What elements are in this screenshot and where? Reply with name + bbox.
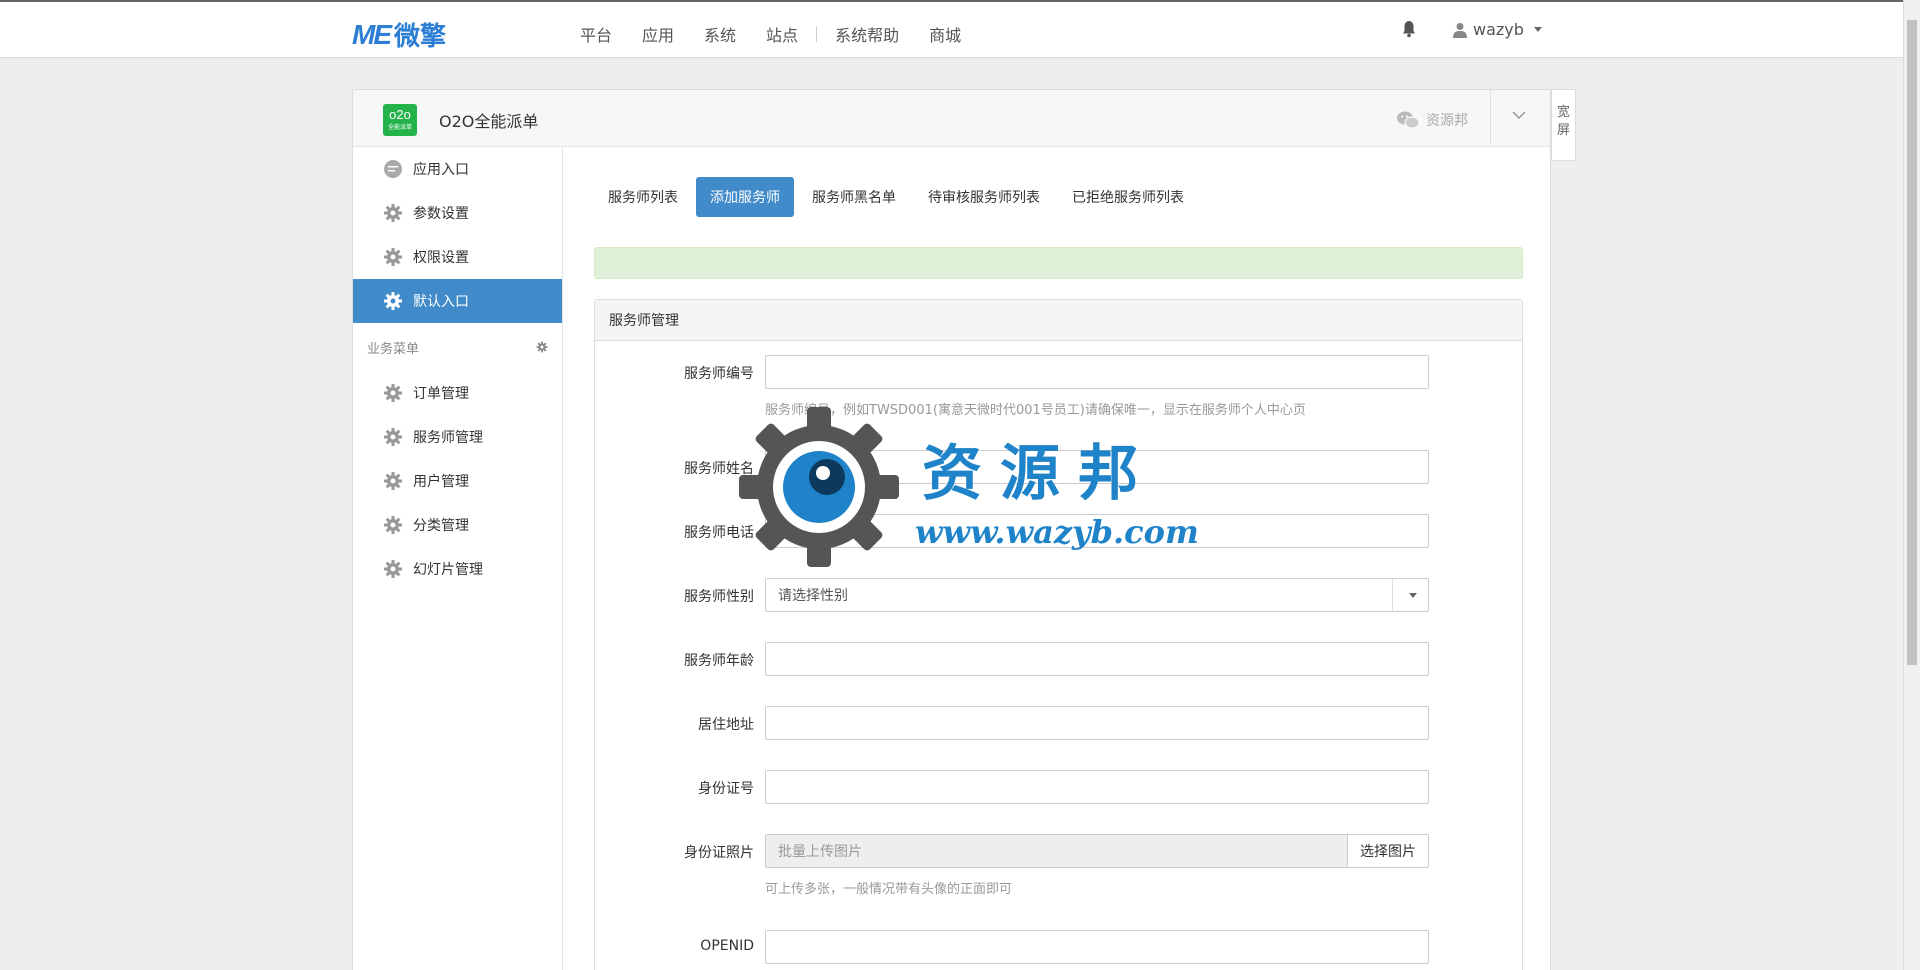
- wechat-icon: [1397, 111, 1420, 129]
- servicer-phone-input[interactable]: [765, 514, 1429, 548]
- sidebar-item-slides[interactable]: 幻灯片管理: [353, 547, 562, 591]
- servicer-age-input[interactable]: [765, 642, 1429, 676]
- app-icon-subtext: 全能派单: [387, 125, 412, 131]
- top-navbar: ME 微擎 平台 应用 系统 站点 系统帮助 商城 wazyb: [0, 0, 1903, 58]
- gender-select[interactable]: 请选择性别: [765, 578, 1429, 612]
- servicer-form: 服务师管理 服务师编号 服务师编号，例如TWSD001(寓意天微时代001号员工…: [594, 299, 1523, 970]
- field-label: 服务师性别: [684, 589, 754, 605]
- nav-store[interactable]: 商城: [929, 22, 961, 46]
- field-help: 可上传多张，一般情况带有头像的正面即可: [765, 882, 1013, 897]
- logo-text: 微擎: [394, 22, 447, 52]
- app-icon: o2o 全能派单: [383, 104, 417, 136]
- sidebar-item-label: 参数设置: [413, 206, 469, 222]
- sidebar-item-label: 幻灯片管理: [413, 562, 483, 578]
- sidebar-item-orders[interactable]: 订单管理: [353, 371, 562, 415]
- sidebar-item-label: 服务师管理: [413, 430, 483, 446]
- share-label: 资源邦: [1426, 113, 1468, 129]
- gear-icon: [383, 515, 403, 535]
- nav-help[interactable]: 系统帮助: [835, 22, 899, 46]
- form-title: 服务师管理: [595, 300, 1522, 341]
- gear-icon: [383, 291, 403, 311]
- sidebar: 应用入口 参数设置 权限设置 默认入口 业务菜单 订单管理 服务师管理 用户管理…: [353, 147, 563, 970]
- top-nav: 平台 应用 系统 站点 系统帮助 商城: [580, 22, 991, 46]
- gear-icon: [383, 559, 403, 579]
- sidebar-item-default-entry[interactable]: 默认入口: [353, 279, 562, 323]
- wide-screen-button[interactable]: 宽屏: [1551, 89, 1576, 161]
- gear-icon: [383, 203, 403, 223]
- app-panel: o2o 全能派单 O2O全能派单 资源邦 应用入口 参数设置 权限设置 默认入口…: [352, 89, 1551, 970]
- gear-icon[interactable]: [536, 341, 548, 353]
- chevron-down-icon: [1533, 27, 1542, 32]
- sidebar-item-label: 订单管理: [413, 386, 469, 402]
- sidebar-group-business: 业务菜单: [353, 323, 562, 371]
- sidebar-item-params[interactable]: 参数设置: [353, 191, 562, 235]
- tab-servicer-list[interactable]: 服务师列表: [594, 177, 692, 217]
- logo[interactable]: ME 微擎: [352, 16, 446, 53]
- app-title: O2O全能派单: [439, 112, 539, 131]
- openid-input[interactable]: [765, 930, 1429, 964]
- username: wazyb: [1473, 20, 1524, 39]
- bell-icon[interactable]: [1401, 20, 1417, 38]
- user-menu[interactable]: wazyb: [1453, 20, 1542, 39]
- sidebar-group-label: 业务菜单: [367, 341, 420, 357]
- success-alert: [594, 247, 1523, 279]
- sidebar-item-label: 用户管理: [413, 474, 469, 490]
- sidebar-item-label: 权限设置: [413, 250, 469, 266]
- servicer-number-input[interactable]: [765, 355, 1429, 389]
- sidebar-item-categories[interactable]: 分类管理: [353, 503, 562, 547]
- sidebar-item-servicers[interactable]: 服务师管理: [353, 415, 562, 459]
- field-label: 服务师姓名: [684, 461, 754, 477]
- nav-divider: [816, 26, 818, 42]
- idcard-input[interactable]: [765, 770, 1429, 804]
- address-input[interactable]: [765, 706, 1429, 740]
- select-image-button[interactable]: 选择图片: [1348, 835, 1428, 867]
- tab-pending[interactable]: 待审核服务师列表: [914, 177, 1054, 217]
- tab-rejected[interactable]: 已拒绝服务师列表: [1058, 177, 1198, 217]
- field-label: 服务师电话: [684, 525, 754, 541]
- nav-apps[interactable]: 应用: [642, 22, 674, 46]
- nav-system[interactable]: 系统: [704, 22, 736, 46]
- tab-add-servicer[interactable]: 添加服务师: [696, 177, 794, 217]
- idphoto-upload: 批量上传图片 选择图片: [765, 834, 1429, 868]
- sidebar-item-permissions[interactable]: 权限设置: [353, 235, 562, 279]
- sidebar-item-users[interactable]: 用户管理: [353, 459, 562, 503]
- chat-icon: [383, 159, 403, 179]
- sidebar-item-label: 分类管理: [413, 518, 469, 534]
- logo-mark: ME: [352, 18, 392, 50]
- header-divider: [1490, 90, 1491, 146]
- gear-icon: [383, 247, 403, 267]
- gear-icon: [383, 471, 403, 491]
- nav-platform[interactable]: 平台: [580, 22, 612, 46]
- field-help: 服务师编号，例如TWSD001(寓意天微时代001号员工)请确保唯一，显示在服务…: [765, 403, 1306, 418]
- field-label: 身份证号: [698, 781, 754, 797]
- idphoto-upload-field[interactable]: 批量上传图片: [766, 835, 1348, 867]
- share-link[interactable]: 资源邦: [1396, 110, 1468, 130]
- sidebar-item-label: 应用入口: [413, 162, 469, 178]
- sidebar-item-label: 默认入口: [413, 294, 469, 310]
- chevron-down-icon[interactable]: [1512, 108, 1526, 122]
- user-icon: [1453, 22, 1467, 38]
- field-label: OPENID: [700, 938, 754, 954]
- gear-icon: [383, 383, 403, 403]
- field-label: 身份证照片: [684, 845, 754, 861]
- gender-select-value: 请选择性别: [778, 588, 848, 604]
- tab-bar: 服务师列表 添加服务师 服务师黑名单 待审核服务师列表 已拒绝服务师列表: [594, 177, 1198, 217]
- nav-site[interactable]: 站点: [766, 22, 798, 46]
- vertical-scrollbar[interactable]: [1903, 0, 1920, 970]
- sidebar-item-app-entry[interactable]: 应用入口: [353, 147, 562, 191]
- gear-icon: [383, 427, 403, 447]
- scrollbar-thumb[interactable]: [1907, 20, 1917, 665]
- field-label: 服务师编号: [684, 366, 754, 382]
- servicer-name-input[interactable]: [765, 450, 1429, 484]
- field-label: 服务师年龄: [684, 653, 754, 669]
- app-icon-text: o2o: [389, 107, 411, 122]
- field-label: 居住地址: [698, 717, 754, 733]
- app-header: o2o 全能派单 O2O全能派单 资源邦: [353, 90, 1550, 147]
- tab-blacklist[interactable]: 服务师黑名单: [798, 177, 910, 217]
- chevron-down-icon: [1392, 579, 1428, 611]
